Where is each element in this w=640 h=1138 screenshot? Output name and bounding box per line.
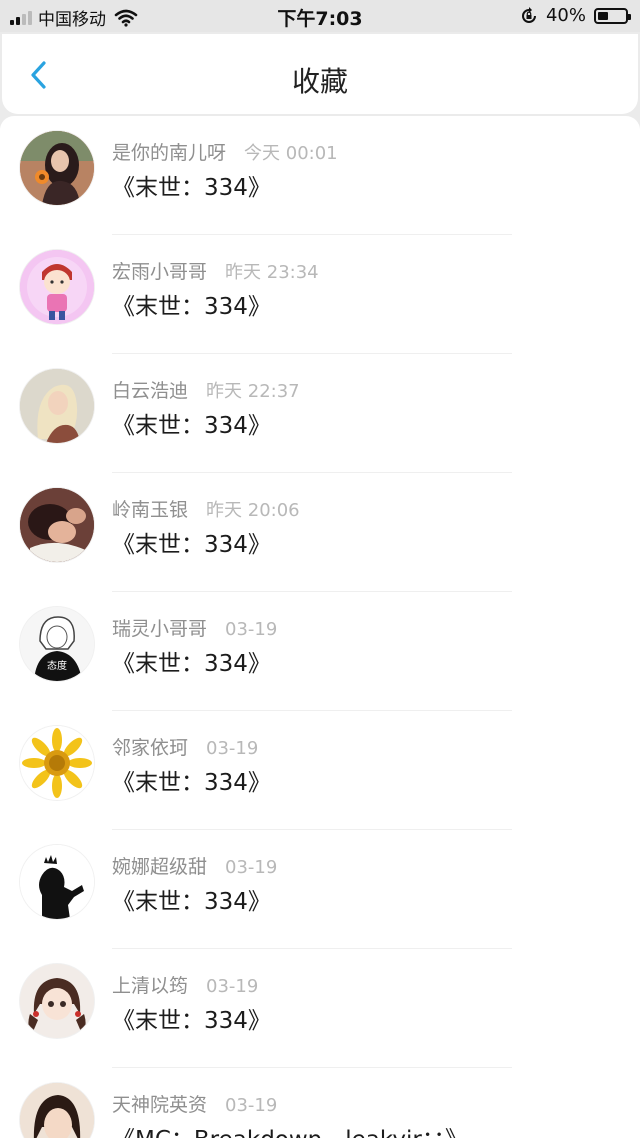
timestamp: 03-19 [225, 1095, 278, 1116]
item-meta: 婉娜超级甜 03-19 [112, 852, 277, 879]
page-title: 收藏 [291, 65, 348, 98]
orientation-lock-icon [522, 6, 536, 23]
list-item[interactable]: 态度 瑞灵小哥哥 03-19 《末世：334》 [0, 592, 640, 711]
book-title[interactable]: 《末世：334》 [112, 644, 271, 678]
avatar[interactable] [20, 250, 94, 324]
book-title[interactable]: 《末世：334》 [112, 525, 271, 559]
timestamp: 昨天 23:34 [225, 262, 319, 283]
avatar[interactable]: 态度 [20, 607, 94, 681]
avatar[interactable] [20, 726, 94, 800]
avatar[interactable] [20, 964, 94, 1038]
item-meta: 瑞灵小哥哥 03-19 [112, 614, 277, 641]
battery-percent: 40% [545, 5, 586, 26]
list-item[interactable]: 宏雨小哥哥 昨天 23:34 《末世：334》 [0, 235, 640, 354]
item-meta: 岭南玉银 昨天 20:06 [112, 495, 300, 522]
list-item[interactable]: 天神院英资 03-19 《MC：Breakdown，leakyir：：》 [0, 1068, 640, 1138]
avatar[interactable] [20, 131, 94, 205]
item-meta: 白云浩迪 昨天 22:37 [112, 376, 300, 403]
timestamp: 昨天 20:06 [206, 500, 300, 521]
user-name[interactable]: 白云浩迪 [112, 380, 188, 402]
avatar[interactable] [20, 369, 94, 443]
item-meta: 邻家依珂 03-19 [112, 733, 258, 760]
avatar[interactable] [20, 488, 94, 562]
timestamp: 03-19 [206, 976, 259, 997]
avatar[interactable] [20, 845, 94, 919]
item-meta: 宏雨小哥哥 昨天 23:34 [112, 257, 319, 284]
user-name[interactable]: 婉娜超级甜 [112, 856, 207, 878]
timestamp: 03-19 [225, 857, 278, 878]
item-meta: 上清以筠 03-19 [112, 971, 258, 998]
book-title[interactable]: 《末世：334》 [112, 287, 271, 321]
user-name[interactable]: 天神院英资 [112, 1094, 207, 1116]
timestamp: 今天 00:01 [244, 143, 338, 164]
battery-fill [598, 11, 608, 20]
book-title[interactable]: 《末世：334》 [112, 1001, 271, 1035]
book-title[interactable]: 《MC：Breakdown，leakyir：：》 [112, 1120, 468, 1138]
user-name[interactable]: 是你的南儿呀 [112, 142, 226, 164]
nav-bar: 收藏 [2, 34, 638, 114]
status-bar: 中国移动 下午7:03 40% [0, 0, 640, 32]
favorites-list: 是你的南儿呀 今天 00:01 《末世：334》 宏雨小哥哥 昨天 23:34 《末… [0, 116, 640, 1138]
book-title[interactable]: 《末世：334》 [112, 882, 271, 916]
list-item[interactable]: 婉娜超级甜 03-19 《末世：334》 [0, 830, 640, 949]
user-name[interactable]: 上清以筠 [112, 975, 188, 997]
timestamp: 03-19 [206, 738, 259, 759]
user-name[interactable]: 岭南玉银 [112, 499, 188, 521]
status-right: 40% [520, 5, 631, 26]
list-item[interactable]: 上清以筠 03-19 《末世：334》 [0, 949, 640, 1068]
svg-text:态度: 态度 [47, 659, 67, 672]
user-name[interactable]: 宏雨小哥哥 [112, 261, 207, 283]
battery-icon [594, 7, 631, 24]
book-title[interactable]: 《末世：334》 [112, 168, 271, 202]
list-item[interactable]: 邻家依珂 03-19 《末世：334》 [0, 711, 640, 830]
list-item[interactable]: 岭南玉银 昨天 20:06 《末世：334》 [0, 473, 640, 592]
item-meta: 是你的南儿呀 今天 00:01 [112, 138, 338, 165]
book-title[interactable]: 《末世：334》 [112, 763, 271, 797]
avatar[interactable] [20, 1083, 94, 1138]
timestamp: 昨天 22:37 [206, 381, 300, 402]
book-title[interactable]: 《末世：334》 [112, 406, 271, 440]
item-meta: 天神院英资 03-19 [112, 1090, 277, 1117]
user-name[interactable]: 瑞灵小哥哥 [112, 618, 207, 640]
list-item[interactable]: 是你的南儿呀 今天 00:01 《末世：334》 [0, 116, 640, 235]
user-name[interactable]: 邻家依珂 [112, 737, 188, 759]
timestamp: 03-19 [225, 619, 278, 640]
list-item[interactable]: 白云浩迪 昨天 22:37 《末世：334》 [0, 354, 640, 473]
